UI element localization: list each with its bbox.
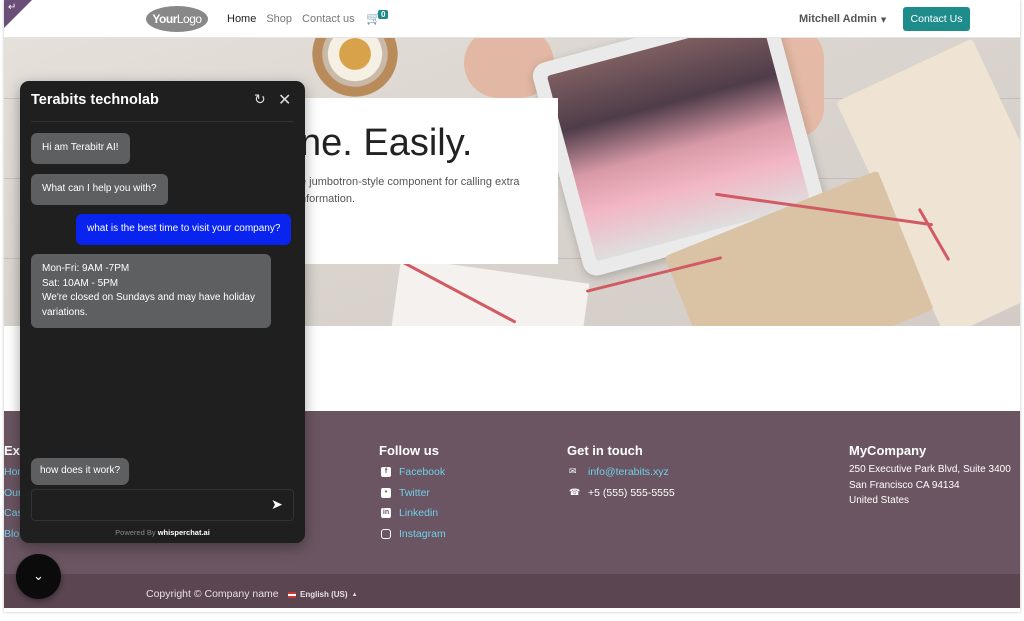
- bot-message: Hi am Terabitr AI!: [31, 133, 130, 164]
- chat-title: Terabits technolab: [31, 92, 159, 108]
- twitter-link[interactable]: • Twitter: [381, 483, 446, 504]
- twitter-icon: •: [381, 487, 391, 498]
- copyright-text: Copyright © Company name: [146, 588, 279, 600]
- main-nav: Home Shop Contact us: [227, 13, 355, 25]
- chat-message-input[interactable]: [31, 489, 294, 521]
- phone-number: +5 (555) 555-5555: [588, 486, 675, 499]
- cart-count-badge: 0: [378, 10, 389, 19]
- corner-arrow-icon: ↵: [8, 2, 17, 13]
- contact-us-button[interactable]: Contact Us: [903, 7, 970, 31]
- site-logo[interactable]: Your Logo: [146, 6, 208, 32]
- close-icon[interactable]: ✕: [278, 90, 291, 109]
- suggestion-message[interactable]: how does it work?: [31, 458, 130, 485]
- chat-widget: Terabits technolab ↻ ✕ Hi am Terabitr AI…: [20, 81, 305, 543]
- linkedin-icon: in: [381, 508, 391, 519]
- tea-cup-image: [300, 38, 410, 98]
- instagram-link[interactable]: Instagram: [381, 524, 446, 545]
- company-address: 250 Executive Park Blvd, Suite 3400 San …: [849, 464, 1011, 506]
- chevron-down-icon: ⌄: [33, 569, 44, 584]
- facebook-icon: f: [381, 467, 391, 478]
- language-selector[interactable]: English (US) ▲: [288, 590, 358, 599]
- linkedin-link[interactable]: in Linkedin: [381, 503, 446, 524]
- send-icon[interactable]: ➤: [271, 497, 297, 513]
- powered-by: Powered By whisperchat.ai: [115, 528, 210, 537]
- hero-subtitle: e jumbotron-style component for calling …: [300, 176, 520, 205]
- social-links: f Facebook • Twitter in Linkedin Instagram: [381, 462, 446, 544]
- chat-divider: [31, 121, 294, 122]
- user-menu[interactable]: Mitchell Admin ▼: [799, 13, 886, 25]
- caret-down-icon: ▼: [880, 16, 887, 24]
- instagram-icon: [381, 528, 391, 539]
- powered-by-brand[interactable]: whisperchat.ai: [158, 528, 210, 537]
- nav-shop[interactable]: Shop: [266, 13, 292, 25]
- email-link[interactable]: info@terabits.xyz: [588, 462, 669, 483]
- refresh-icon[interactable]: ↻: [254, 92, 266, 108]
- chat-toggle-button[interactable]: ⌄: [16, 554, 61, 599]
- follow-us-heading: Follow us: [379, 443, 439, 458]
- user-message: what is the best time to visit your comp…: [76, 214, 292, 245]
- phone-icon: ☎: [569, 487, 581, 498]
- site-header: Your Logo Home Shop Contact us 🛒 0 Mitche…: [4, 0, 1020, 38]
- phone-row: ☎ +5 (555) 555-5555: [569, 483, 675, 504]
- us-flag-icon: [288, 591, 296, 598]
- bot-message: What can I help you with?: [31, 174, 168, 205]
- email-row: ✉ info@terabits.xyz: [569, 462, 675, 483]
- caret-up-icon: ▲: [351, 591, 358, 598]
- contact-info: ✉ info@terabits.xyz ☎ +5 (555) 555-5555: [569, 462, 675, 503]
- envelope-icon: ✉: [569, 467, 577, 477]
- bot-message: Mon-Fri: 9AM -7PM Sat: 10AM - 5PM We're …: [31, 254, 271, 328]
- nav-home[interactable]: Home: [227, 13, 256, 25]
- nav-contact-us[interactable]: Contact us: [302, 13, 355, 25]
- hero-text-panel: ne. Easily. e jumbotron-style component …: [300, 98, 558, 264]
- company-heading: MyCompany: [849, 443, 927, 458]
- facebook-link[interactable]: f Facebook: [381, 462, 446, 483]
- copyright-bar: Copyright © Company name English (US) ▲: [4, 574, 1020, 608]
- get-in-touch-heading: Get in touch: [567, 443, 643, 458]
- hero-title: ne. Easily.: [300, 122, 473, 164]
